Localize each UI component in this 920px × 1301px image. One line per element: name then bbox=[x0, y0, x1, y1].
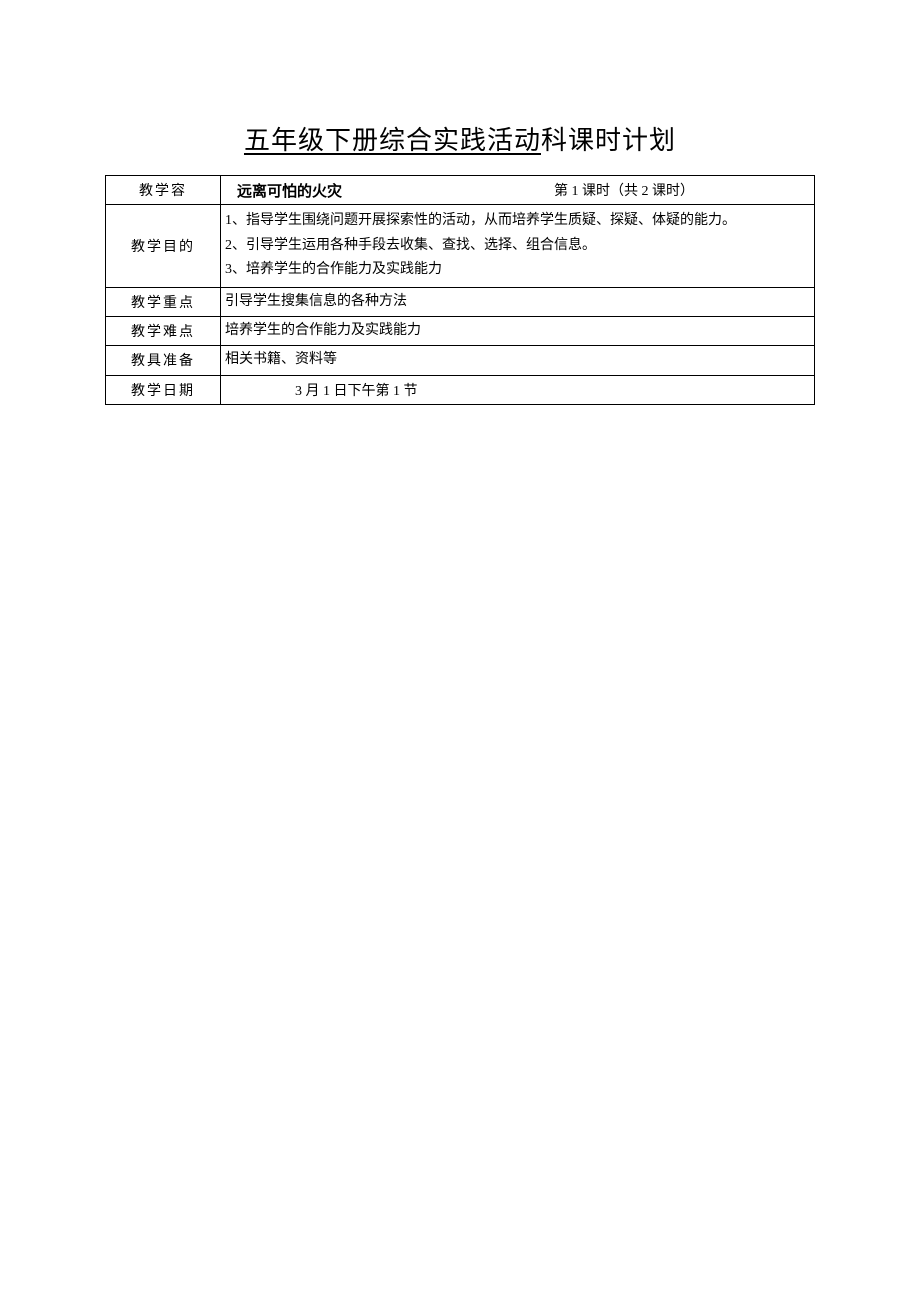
title-rest: 科课时计划 bbox=[541, 126, 676, 155]
table-row: 教学难点 培养学生的合作能力及实践能力 bbox=[106, 316, 815, 345]
date-value: 3 月 1 日下午第 1 节 bbox=[295, 380, 418, 400]
content-label: 教学容 bbox=[106, 176, 221, 205]
objective-line-2: 2、引导学生运用各种手段去收集、查找、选择、组合信息。 bbox=[225, 234, 810, 259]
materials-label: 教具准备 bbox=[106, 346, 221, 375]
table-row: 教学日期 3 月 1 日下午第 1 节 bbox=[106, 375, 815, 404]
objectives-cell: 1、指导学生围绕问题开展探索性的活动，从而培养学生质疑、探疑、体疑的能力。 2、… bbox=[221, 205, 815, 288]
objective-label: 教学目的 bbox=[106, 205, 221, 288]
focus-label: 教学重点 bbox=[106, 287, 221, 316]
difficulty-value: 培养学生的合作能力及实践能力 bbox=[221, 316, 815, 345]
table-row: 教具准备 相关书籍、资料等 bbox=[106, 346, 815, 375]
title-underlined: 五年级下册综合实践活动 bbox=[244, 126, 541, 155]
table-row: 教学容 远离可怕的火灾 第 1 课时（共 2 课时） bbox=[106, 176, 815, 205]
lesson-info: 第 1 课时（共 2 课时） bbox=[554, 180, 694, 200]
page-title: 五年级下册综合实践活动科课时计划 bbox=[0, 120, 920, 157]
date-cell: 3 月 1 日下午第 1 节 bbox=[221, 375, 815, 404]
objective-line-1: 1、指导学生围绕问题开展探索性的活动，从而培养学生质疑、探疑、体疑的能力。 bbox=[225, 209, 810, 234]
materials-value: 相关书籍、资料等 bbox=[221, 346, 815, 375]
table-row: 教学目的 1、指导学生围绕问题开展探索性的活动，从而培养学生质疑、探疑、体疑的能… bbox=[106, 205, 815, 288]
difficulty-label: 教学难点 bbox=[106, 316, 221, 345]
lesson-plan-table: 教学容 远离可怕的火灾 第 1 课时（共 2 课时） 教学目的 1、指导学生围绕… bbox=[105, 175, 815, 405]
focus-value: 引导学生搜集信息的各种方法 bbox=[221, 287, 815, 316]
table-row: 教学重点 引导学生搜集信息的各种方法 bbox=[106, 287, 815, 316]
date-label: 教学日期 bbox=[106, 375, 221, 404]
topic-cell: 远离可怕的火灾 第 1 课时（共 2 课时） bbox=[221, 176, 815, 205]
objective-line-3: 3、培养学生的合作能力及实践能力 bbox=[225, 258, 810, 283]
topic-name: 远离可怕的火灾 bbox=[237, 180, 342, 201]
